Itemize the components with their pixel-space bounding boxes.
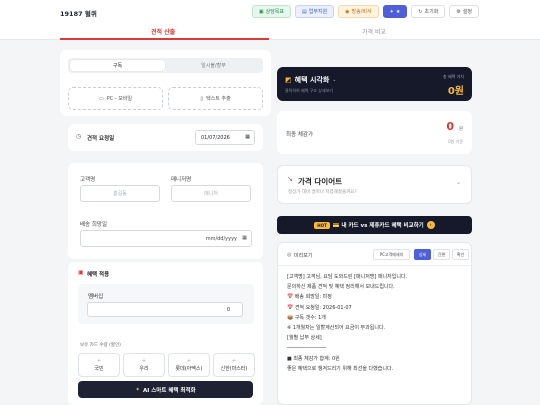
delivery-label: 배송 희망일 <box>80 222 108 228</box>
star-icon: ✦ <box>389 8 394 15</box>
preview-line: 좋은 혜택으로 챙겨드리기 위해 최선을 다했습니다. <box>287 365 394 372</box>
preview-line: 📅 배송 희망일: 미정 <box>287 294 332 301</box>
quote-date-card: ◷ 견적 요청일 01/07/2026 ▦ <box>68 124 263 151</box>
text-extract-button[interactable]: ▯ 텍스트 추출 <box>168 87 263 110</box>
gear-icon: ⚙ <box>456 8 461 15</box>
preview-divider <box>278 265 473 266</box>
top-bar: 19187 혈퀴 ▣ 상담목표 ▤ 업무지원 ◉ 방송/비서 ✦ ★ ↻ 초기화 ⚙ 설정 <box>0 0 540 24</box>
preview-line: ■ 최종 체감가 합계: 0원 <box>287 355 340 362</box>
preview-message: [고객명] 고객님, 요담 도와드린 [매니저명] 매니저입니다. 문의하신 제… <box>287 272 467 374</box>
preview-tab-confirm[interactable]: 확인 <box>452 249 469 260</box>
refresh-icon: ↻ <box>418 8 423 15</box>
final-price-card: 최종 체감가 0 원 0원 기준 <box>277 111 472 154</box>
price-diet-card[interactable]: ↘ 가격 다이어트 정상가 대비 얼마나 저렴해졌을까요? ⌄ <box>277 165 472 204</box>
benefit-title: 혜택 적용 <box>87 272 110 278</box>
calendar-icon: ▦ <box>242 235 247 241</box>
final-price-value: 0 <box>446 120 454 133</box>
card-shinhan[interactable]: + 신한(마스터) <box>213 353 255 377</box>
clock-icon: ◷ <box>76 133 82 140</box>
sparkle-icon: ✦ <box>135 386 141 393</box>
tab-price-compare[interactable]: 가격 비교 <box>362 27 386 36</box>
purchase-type-toggle: 구독 일시불/할부 <box>68 58 263 73</box>
gift-icon: ▣ <box>78 269 84 276</box>
delivery-date-input[interactable]: mm/dd/yyyy ▦ <box>80 230 252 247</box>
cards-label: 보유 카드 수량 (할인) <box>80 343 121 348</box>
segment-subscription[interactable]: 구독 <box>70 60 165 71</box>
final-price-unit: 원 <box>458 127 463 132</box>
preview-tab-detail[interactable]: 상세 <box>414 249 431 260</box>
preview-line: [고객명] 고객님, 요담 도와드린 [매니저명] 매니저입니다. <box>287 274 408 280</box>
preview-tab-pc[interactable]: PC고객메세지 <box>373 249 410 260</box>
preview-line: ※ 1개월차는 일할계산되어 요금이 부과됩니다. <box>287 325 386 332</box>
chevron-down-icon: ⌄ <box>455 179 461 186</box>
preview-tab-simple[interactable]: 간편 <box>433 249 450 260</box>
favorite-button[interactable]: ✦ ★ <box>382 5 408 18</box>
chart-icon: ◩ <box>285 76 292 84</box>
eye-icon: ◎ <box>287 252 292 258</box>
customer-info-card: 고객명 홍길동 매니저명 매니저 배송 희망일 mm/dd/yyyy ▦ <box>68 163 263 259</box>
preview-line: [월별 납부 상세] <box>287 335 322 342</box>
card-woori[interactable]: + 우리 <box>123 353 165 377</box>
card-lotte[interactable]: + 롯데(아멕스) <box>168 353 210 377</box>
preview-label: 미리보기 <box>294 253 313 259</box>
monitor-icon: ▭ <box>98 95 104 102</box>
quote-date-label: 견적 요청일 <box>87 136 115 142</box>
final-price-label: 최종 체감가 <box>286 132 314 138</box>
arrow-right-icon: › <box>426 221 435 229</box>
manager-name-input[interactable]: 매니저 <box>171 185 251 202</box>
broadcast-icon: ◉ <box>345 8 350 15</box>
final-price-sub: 0원 기준 <box>448 139 463 144</box>
membership-label: 멤버십 <box>88 294 104 300</box>
plus-icon: + <box>96 358 102 364</box>
message-preview-card: ◎ 미리보기 PC고객메세지 상세 간편 확인 [고객명] 고객님, 요담 도와… <box>277 242 473 405</box>
hot-badge: HOT <box>314 221 330 229</box>
viz-subtitle: 클릭하여 혜택 구조 상세보기 <box>285 88 333 93</box>
preview-line: ───────────── <box>287 345 327 352</box>
benefit-visualization-card[interactable]: ◩ 혜택 시각화 ⌄ 클릭하여 혜택 구조 상세보기 총 혜택 가치 0원 <box>277 67 472 101</box>
header-actions: ▣ 상담목표 ▤ 업무지원 ◉ 방송/비서 ✦ ★ ↻ 초기화 ⚙ 설정 <box>251 5 479 18</box>
segment-lump-sum[interactable]: 일시불/할부 <box>166 60 261 71</box>
preview-line: 📅 견적 요청일: 2026-01-07 <box>287 304 352 311</box>
document-icon: ▯ <box>200 95 204 102</box>
tab-indicator <box>60 38 269 40</box>
plus-icon: + <box>231 358 237 364</box>
card-kookmin[interactable]: + 국민 <box>78 353 120 377</box>
plus-icon: + <box>186 358 192 364</box>
chat-icon: ▣ <box>258 8 264 15</box>
quote-date-input[interactable]: 01/07/2026 ▦ <box>195 130 255 145</box>
broadcast-button[interactable]: ◉ 방송/비서 <box>338 5 379 18</box>
brand-title: 19187 혈퀴 <box>60 10 97 18</box>
settings-button[interactable]: ⚙ 설정 <box>449 5 479 18</box>
preview-line: 📦 구독 갯수: 1개 <box>287 314 326 321</box>
price-diet-subtitle: 정상가 대비 얼마나 저렴해졌을까요? <box>288 190 357 195</box>
manager-label: 매니저명 <box>171 177 192 183</box>
card-compare-banner[interactable]: HOT 💳 내 카드 vs 제휴카드 혜택 비교하기 › <box>277 216 472 234</box>
viz-title: ◩ 혜택 시각화 ⌄ <box>285 76 337 84</box>
membership-box: 멤버십 0 <box>78 284 254 324</box>
plus-icon: + <box>141 358 147 364</box>
consult-button[interactable]: ▣ 상담목표 <box>251 5 291 18</box>
customer-label: 고객명 <box>80 177 96 183</box>
pc-mobile-button[interactable]: ▭ PC - 모바일 <box>68 87 163 110</box>
tab-quote[interactable]: 견적 산출 <box>151 27 175 36</box>
reset-button[interactable]: ↻ 초기화 <box>411 5 446 18</box>
total-benefit-label: 총 혜택 가치 <box>443 74 464 79</box>
preview-line: 문의하신 제품 견적 및 혜택 정리해서 보내드립니다. <box>287 284 395 291</box>
briefcase-icon: ▤ <box>302 8 307 15</box>
main-tabs: 견적 산출 가격 비교 <box>0 24 540 40</box>
total-benefit-value: 0원 <box>447 86 464 97</box>
customer-name-input[interactable]: 홍길동 <box>80 185 160 202</box>
membership-input[interactable]: 0 <box>87 302 243 317</box>
calendar-icon: ▦ <box>245 134 250 140</box>
ai-optimize-button[interactable]: ✦ AI 스마트 혜택 최적화 <box>78 381 253 398</box>
price-diet-title: 가격 다이어트 <box>298 177 343 186</box>
trend-down-icon: ↘ <box>287 175 293 183</box>
work-support-button[interactable]: ▤ 업무지원 <box>295 5 335 18</box>
chevron-down-icon: ⌄ <box>332 77 337 83</box>
